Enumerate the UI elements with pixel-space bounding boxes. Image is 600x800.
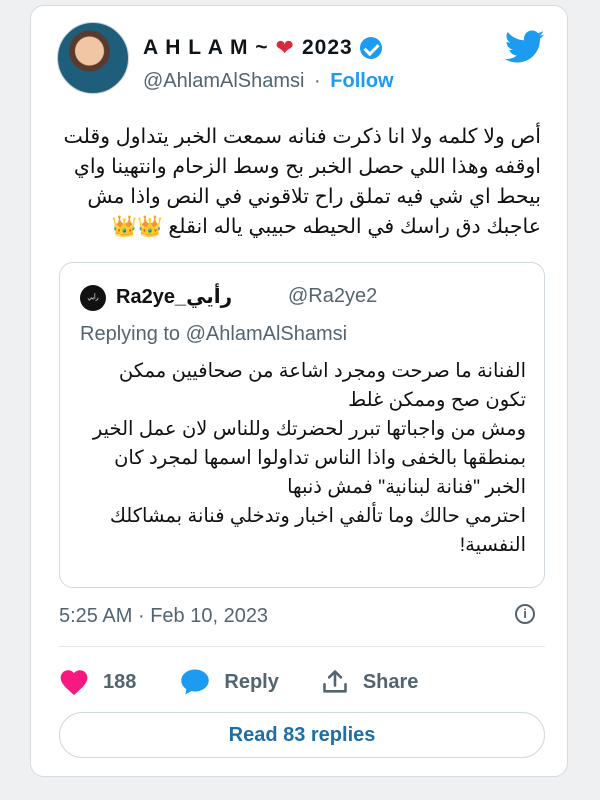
- author-handle[interactable]: @AhlamAlShamsi: [143, 70, 304, 92]
- tweet-date: Feb 10, 2023: [150, 605, 269, 627]
- author-display-year: 2023: [301, 36, 353, 59]
- author-avatar[interactable]: [57, 22, 129, 94]
- quoted-display-name[interactable]: Ra2ye_رأيي: [116, 284, 232, 309]
- info-icon[interactable]: i: [515, 604, 535, 624]
- replying-to-label: Replying to @AhlamAlShamsi: [80, 323, 348, 345]
- follow-button[interactable]: Follow: [330, 70, 393, 92]
- author-display-name: A H L A M ~: [143, 36, 269, 59]
- verified-badge-icon: [359, 37, 382, 59]
- tweet-timestamp[interactable]: 5:25 AM · Feb 10, 2023: [59, 605, 268, 628]
- tweet-card: A H L A M ~ ❤ 2023 @AhlamAlShamsi · Foll…: [30, 5, 568, 777]
- reply-label: Reply: [224, 670, 279, 693]
- like-count: 188: [103, 670, 137, 693]
- tweet-time: 5:25 AM: [59, 605, 133, 627]
- author-name-row[interactable]: A H L A M ~ ❤ 2023: [143, 36, 382, 60]
- divider: [59, 646, 545, 647]
- heart-emoji-icon: ❤: [275, 35, 295, 60]
- tweet-text: أص ولا كلمه ولا انا ذكرت فنانه سمعت الخب…: [63, 125, 541, 238]
- author-handle-row: @AhlamAlShamsi · Follow: [143, 70, 394, 93]
- quoted-handle[interactable]: @Ra2ye2: [288, 285, 377, 308]
- share-icon: [323, 670, 347, 693]
- handle-separator: ·: [314, 70, 321, 92]
- quoted-avatar[interactable]: رأيي Ra2ye: [80, 285, 106, 311]
- reply-button[interactable]: Reply: [180, 668, 279, 696]
- action-bar: 188 Reply Share: [59, 666, 418, 698]
- share-label: Share: [362, 670, 419, 693]
- read-replies-label: Read 83 replies: [228, 723, 376, 746]
- read-replies-button[interactable]: Read 83 replies: [59, 712, 545, 758]
- timestamp-separator: ·: [137, 605, 145, 627]
- twitter-bird-icon[interactable]: [505, 30, 545, 64]
- heart-icon: [60, 670, 88, 695]
- quoted-text: الفنانة ما صرحت ومجرد اشاعة من صحافيين م…: [92, 360, 526, 556]
- speech-bubble-icon: [181, 669, 210, 695]
- quoted-tweet[interactable]: رأيي Ra2ye Ra2ye_رأيي @Ra2ye2 Replying t…: [59, 262, 545, 588]
- like-button[interactable]: 188: [59, 669, 180, 695]
- share-button[interactable]: Share: [321, 668, 419, 696]
